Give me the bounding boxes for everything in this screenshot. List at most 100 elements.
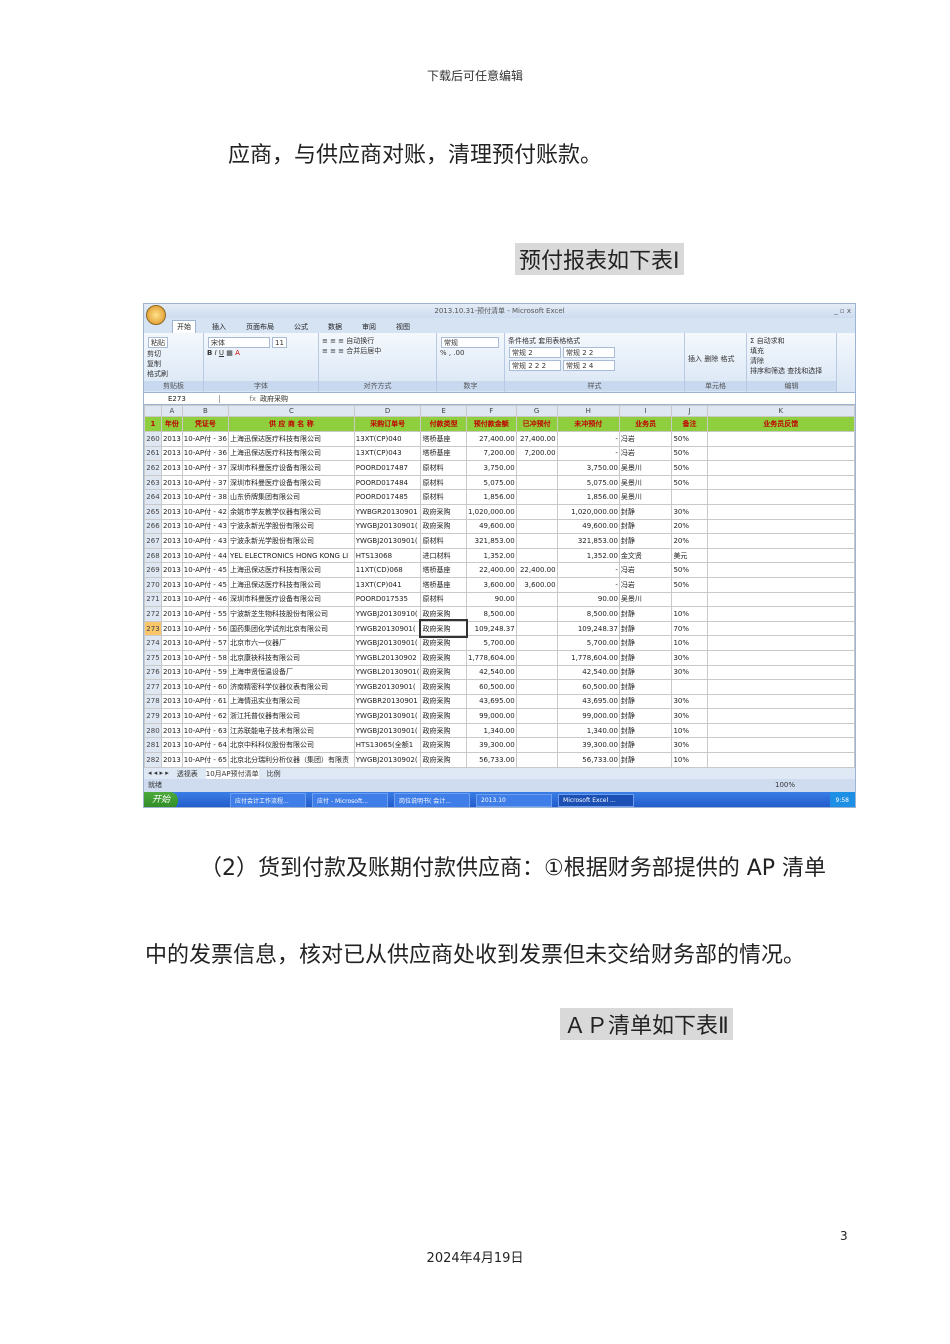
- table-cell[interactable]: 10-AP付 - 56: [181, 620, 229, 637]
- table-cell[interactable]: 封静: [618, 722, 673, 739]
- table-cell[interactable]: 10-AP付 - 38: [181, 489, 229, 505]
- table-cell[interactable]: 1,856.00: [556, 489, 620, 505]
- table-cell[interactable]: 5,075.00: [465, 474, 517, 491]
- table-cell[interactable]: HTS13065(全额1: [353, 737, 422, 754]
- table-cell[interactable]: 1,020,000.00: [556, 503, 620, 520]
- table-header-cell[interactable]: 备注: [671, 416, 708, 432]
- table-cell[interactable]: 3,600.00: [515, 576, 558, 593]
- row-number[interactable]: 261: [144, 445, 162, 462]
- table-cell[interactable]: POORD017535: [353, 591, 422, 608]
- table-cell[interactable]: 封静: [618, 503, 673, 520]
- table-cell[interactable]: 2013: [160, 693, 183, 710]
- table-cell[interactable]: YWGBJ20130901(: [353, 722, 422, 739]
- table-cell[interactable]: [515, 737, 558, 754]
- table-cell[interactable]: 封静: [618, 635, 673, 651]
- row-number[interactable]: 270: [144, 576, 162, 593]
- table-cell[interactable]: [671, 489, 708, 505]
- table-cell[interactable]: [706, 460, 855, 476]
- table-cell[interactable]: 上海迅保达医疗科技有限公司: [227, 445, 355, 462]
- table-cell[interactable]: 50%: [671, 460, 708, 476]
- table-cell[interactable]: 10-AP付 - 59: [181, 664, 229, 681]
- table-cell[interactable]: [515, 591, 558, 608]
- table-cell[interactable]: [515, 460, 558, 476]
- ribbon-tab[interactable]: 插入: [208, 321, 230, 333]
- table-cell[interactable]: 10-AP付 - 64: [181, 737, 229, 754]
- style-cell[interactable]: 常规 2: [509, 347, 561, 358]
- table-cell[interactable]: 10%: [671, 606, 708, 622]
- table-cell[interactable]: 8,500.00: [465, 606, 517, 622]
- taskbar-item[interactable]: 应付会计工作流程...: [230, 793, 307, 807]
- table-cell[interactable]: [706, 503, 855, 520]
- column-header[interactable]: E: [420, 405, 467, 417]
- table-cell[interactable]: 封静: [618, 533, 673, 549]
- ribbon-tab[interactable]: 审阅: [358, 321, 380, 333]
- table-cell[interactable]: [706, 431, 855, 447]
- table-cell[interactable]: [706, 620, 855, 637]
- table-cell[interactable]: 10-AP付 - 36: [181, 431, 229, 447]
- table-cell[interactable]: [515, 518, 558, 535]
- table-cell[interactable]: 原材料: [420, 591, 467, 608]
- table-cell[interactable]: 冯岩: [618, 562, 673, 578]
- table-cell[interactable]: 政府采购: [420, 606, 467, 622]
- row-number[interactable]: 278: [144, 693, 162, 710]
- table-cell[interactable]: 塔桥基座: [420, 431, 467, 447]
- table-cell[interactable]: 5,700.00: [556, 635, 620, 651]
- table-cell[interactable]: YWGBL20130901(: [353, 664, 422, 681]
- table-cell[interactable]: YWGB20130901(: [353, 679, 422, 695]
- table-cell[interactable]: 20%: [671, 533, 708, 549]
- table-cell[interactable]: 8,500.00: [556, 606, 620, 622]
- row-number[interactable]: 260: [144, 431, 162, 447]
- formula-input[interactable]: 政府采购: [260, 394, 288, 404]
- table-cell[interactable]: [515, 693, 558, 710]
- row-number[interactable]: 282: [144, 752, 162, 768]
- table-cell[interactable]: 吴景川: [618, 591, 673, 608]
- table-cell[interactable]: 封静: [618, 620, 673, 637]
- table-cell[interactable]: 政府采购: [420, 722, 467, 739]
- table-cell[interactable]: 3,750.00: [556, 460, 620, 476]
- table-cell[interactable]: [706, 737, 855, 754]
- table-cell[interactable]: [706, 606, 855, 622]
- table-cell[interactable]: 10-AP付 - 58: [181, 649, 229, 666]
- row-number[interactable]: 277: [144, 679, 162, 695]
- table-cell[interactable]: 北京康袂科技有限公司: [227, 649, 355, 666]
- table-cell[interactable]: 封静: [618, 606, 673, 622]
- table-cell[interactable]: 1,856.00: [465, 489, 517, 505]
- table-cell[interactable]: [706, 562, 855, 578]
- style-cell[interactable]: 常规 2 2: [563, 347, 615, 358]
- table-cell[interactable]: YWGBJ20130910(: [353, 606, 422, 622]
- table-cell[interactable]: [515, 635, 558, 651]
- table-cell[interactable]: [515, 533, 558, 549]
- table-cell[interactable]: 2013: [160, 576, 183, 593]
- table-cell[interactable]: 上海迅保达医疗科技有限公司: [227, 562, 355, 578]
- table-cell[interactable]: YWGBL20130902: [353, 649, 422, 666]
- table-cell[interactable]: 39,300.00: [556, 737, 620, 754]
- table-cell[interactable]: 27,400.00: [465, 431, 517, 447]
- table-cell[interactable]: 5,700.00: [465, 635, 517, 651]
- table-cell[interactable]: [515, 547, 558, 564]
- wrap-text-button[interactable]: 自动换行: [346, 337, 374, 345]
- table-cell[interactable]: [515, 489, 558, 505]
- column-header[interactable]: J: [671, 405, 708, 417]
- table-cell[interactable]: 封静: [618, 693, 673, 710]
- table-cell[interactable]: 1,352.00: [465, 547, 517, 564]
- row-number[interactable]: 281: [144, 737, 162, 754]
- ribbon-tab[interactable]: 公式: [290, 321, 312, 333]
- table-cell[interactable]: 政府采购: [420, 752, 467, 768]
- table-cell[interactable]: [671, 591, 708, 608]
- table-cell[interactable]: 50%: [671, 474, 708, 491]
- table-cell[interactable]: 塔桥基座: [420, 576, 467, 593]
- table-cell[interactable]: 10-AP付 - 60: [181, 679, 229, 695]
- table-cell[interactable]: [706, 679, 855, 695]
- style-cell[interactable]: 常规 2 2 2: [509, 360, 561, 371]
- table-cell[interactable]: 3,600.00: [465, 576, 517, 593]
- table-cell[interactable]: 10-AP付 - 42: [181, 503, 229, 520]
- table-cell[interactable]: [706, 474, 855, 491]
- table-cell[interactable]: 30%: [671, 664, 708, 681]
- row-number[interactable]: 263: [144, 474, 162, 491]
- row-number[interactable]: 275: [144, 649, 162, 666]
- table-cell[interactable]: 政府采购: [420, 503, 467, 520]
- table-cell[interactable]: 30%: [671, 737, 708, 754]
- row-number[interactable]: 279: [144, 708, 162, 724]
- table-cell[interactable]: 10%: [671, 752, 708, 768]
- table-cell[interactable]: [515, 722, 558, 739]
